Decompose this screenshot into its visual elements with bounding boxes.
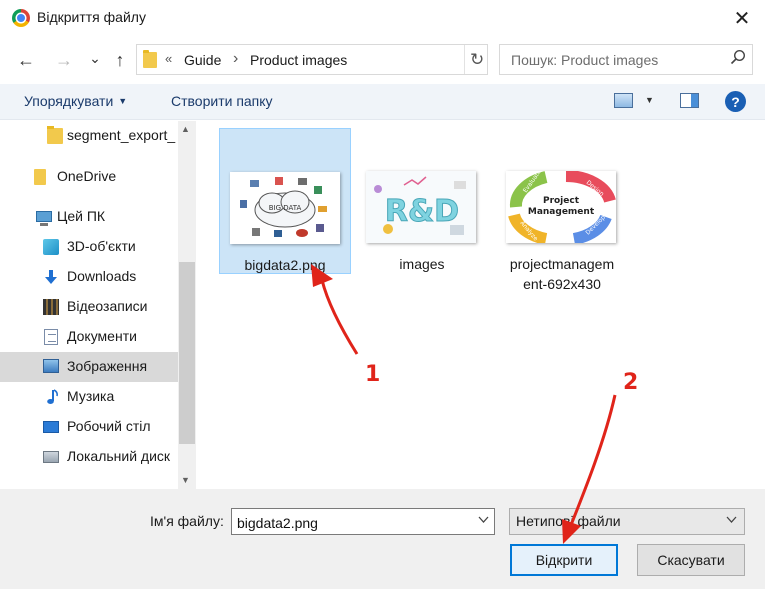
address-bar: ← → ⌄ ↑ « Guide › Product images ↻ Пошук… (0, 40, 765, 80)
nav-scrollbar[interactable]: ▲ ▼ (178, 121, 196, 489)
nav-item-documents[interactable]: Документи (0, 322, 178, 352)
refresh-icon[interactable]: ↻ (470, 50, 484, 70)
navigation-pane: segment_export_ OneDrive Цей ПК 3D-об'єк… (0, 121, 196, 489)
computer-icon (36, 211, 52, 226)
document-icon (44, 329, 58, 345)
svg-text:Project: Project (543, 196, 580, 206)
window-title: Відкриття файлу (37, 9, 146, 25)
title-bar: Відкриття файлу ✕ (0, 0, 765, 36)
nav-item-local-disk[interactable]: Локальний диск (0, 442, 178, 472)
cancel-button[interactable]: Скасувати (637, 544, 745, 576)
chevron-down-icon (726, 515, 737, 526)
desktop-icon (43, 421, 59, 433)
filename-label: Ім'я файлу: (150, 513, 224, 529)
chevron-down-icon[interactable] (478, 515, 489, 526)
breadcrumb-overflow[interactable]: « (165, 51, 172, 66)
nav-item-videos[interactable]: Відеозаписи (0, 292, 178, 322)
video-icon (43, 299, 59, 315)
forward-button[interactable]: → (52, 48, 76, 72)
scroll-up-icon[interactable]: ▲ (181, 124, 190, 134)
breadcrumb[interactable]: « Guide › Product images ↻ (136, 44, 488, 75)
nav-item-onedrive[interactable]: OneDrive (0, 162, 178, 192)
breadcrumb-product-images[interactable]: Product images (250, 52, 347, 68)
file-name: images (399, 256, 445, 272)
filename-input[interactable] (231, 508, 495, 535)
nav-item-label: Локальний диск (67, 448, 171, 464)
new-folder-button[interactable]: Створити папку (171, 93, 273, 109)
thumb-text: R&D (385, 194, 459, 229)
svg-text:Management: Management (528, 207, 595, 217)
search-placeholder: Пошук: Product images (511, 52, 659, 68)
chrome-icon (12, 9, 30, 27)
scroll-thumb[interactable] (179, 262, 195, 444)
breadcrumb-guide[interactable]: Guide (184, 52, 221, 68)
breadcrumb-separator[interactable]: › (233, 50, 238, 68)
file-list: BIG DATA bigdata2.png R&D images Evaluat… (196, 121, 765, 489)
search-input[interactable]: Пошук: Product images (499, 44, 753, 75)
annotation-marker-2: 2 (623, 370, 639, 395)
view-mode-icon[interactable] (614, 93, 633, 108)
scroll-down-icon[interactable]: ▼ (181, 475, 190, 485)
file-name: projectmanagem ent-692x430 (509, 256, 615, 292)
organize-button[interactable]: Упорядкувати ▼ (24, 93, 127, 109)
folder-icon (143, 50, 157, 68)
chevron-down-icon: ▼ (118, 96, 128, 106)
file-name: bigdata2.png (244, 257, 326, 273)
annotation-marker-1: 1 (365, 362, 381, 387)
nav-item-label: Відеозаписи (67, 298, 148, 314)
nav-item-music[interactable]: Музика (0, 382, 178, 412)
divider (464, 45, 465, 74)
file-item-images[interactable]: R&D images (356, 128, 488, 274)
pictures-icon (43, 359, 59, 373)
3d-objects-icon (43, 239, 59, 255)
nav-item-label: Документи (67, 328, 137, 344)
command-toolbar: Упорядкувати ▼ Створити папку ▼ ? (0, 84, 765, 120)
search-icon[interactable] (730, 49, 746, 70)
nav-item-label: Робочий стіл (67, 418, 151, 434)
organize-label: Упорядкувати (24, 93, 114, 109)
nav-item-label: Зображення (67, 358, 148, 374)
nav-item-label: Музика (67, 388, 115, 404)
dialog-footer: Ім'я файлу: Нетипові файли Відкрити Скас… (0, 489, 765, 589)
nav-item-pictures[interactable]: Зображення (0, 352, 178, 382)
nav-item-label: 3D-об'єкти (67, 238, 136, 254)
nav-item-this-pc[interactable]: Цей ПК (0, 202, 178, 232)
help-icon[interactable]: ? (725, 91, 746, 112)
download-icon (43, 269, 59, 285)
nav-item-label: Цей ПК (57, 208, 106, 224)
nav-item-label: OneDrive (57, 168, 117, 184)
filetype-select[interactable]: Нетипові файли (509, 508, 745, 535)
nav-item-segment-export[interactable]: segment_export_ (0, 121, 178, 151)
open-button[interactable]: Відкрити (510, 544, 618, 576)
thumbnail-rd: R&D (366, 171, 476, 243)
nav-item-downloads[interactable]: Downloads (0, 262, 178, 292)
up-button[interactable]: ↑ (108, 48, 132, 72)
view-options-dropdown[interactable]: ▼ (645, 95, 654, 105)
thumb-text: BIG DATA (269, 204, 302, 212)
recent-locations-dropdown[interactable]: ⌄ (83, 46, 107, 70)
music-icon (45, 389, 61, 405)
preview-pane-icon[interactable] (680, 93, 699, 108)
thumbnail-bigdata: BIG DATA (230, 172, 340, 244)
file-item-bigdata2[interactable]: BIG DATA bigdata2.png (219, 128, 351, 274)
close-button[interactable]: ✕ (719, 0, 765, 36)
nav-item-desktop[interactable]: Робочий стіл (0, 412, 178, 442)
nav-item-label: segment_export_ (67, 127, 176, 143)
onedrive-icon (34, 169, 46, 185)
file-item-projectmanagement[interactable]: Evaluate Design Analyze Develop Project … (496, 128, 628, 292)
thumbnail-project-management: Evaluate Design Analyze Develop Project … (506, 168, 616, 245)
local-disk-icon (43, 451, 59, 463)
filetype-value: Нетипові файли (516, 513, 621, 529)
nav-item-label: Downloads (67, 268, 137, 284)
nav-item-3d-objects[interactable]: 3D-об'єкти (0, 232, 178, 262)
back-button[interactable]: ← (14, 48, 38, 72)
folder-icon (47, 126, 63, 144)
